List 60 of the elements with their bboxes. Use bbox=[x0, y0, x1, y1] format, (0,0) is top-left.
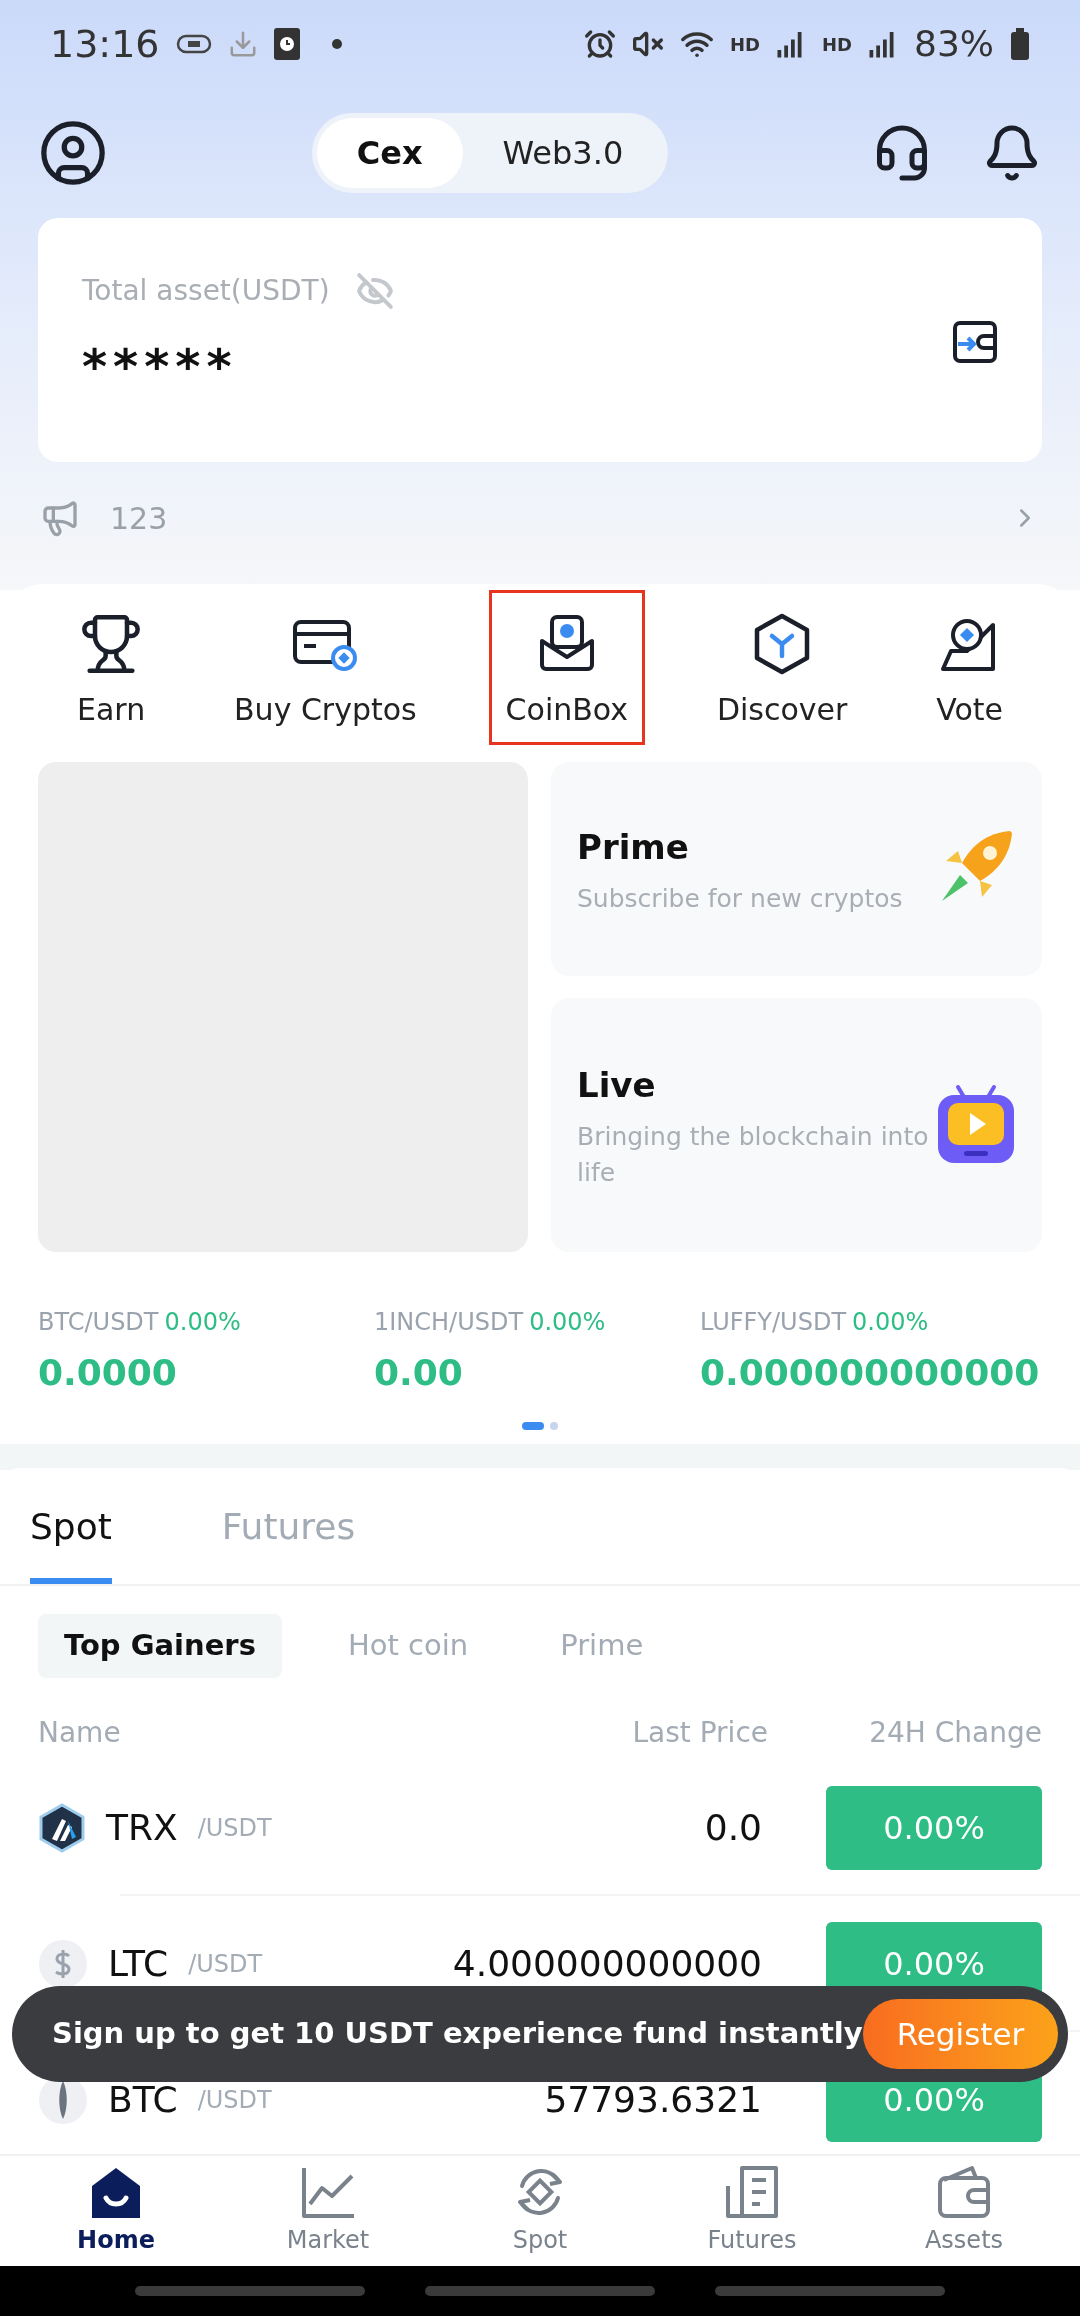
promo-card[interactable]: Prime Subscribe for new cryptos bbox=[551, 762, 1042, 976]
quote-currency: /USDT bbox=[197, 2085, 272, 2116]
last-price: 0.0 bbox=[704, 1806, 762, 1850]
column-header: Last Price bbox=[631, 1715, 768, 1751]
category-tab[interactable]: Spot bbox=[30, 1500, 112, 1584]
coin-symbol: TRX bbox=[106, 1806, 178, 1850]
document-icon bbox=[724, 2164, 780, 2220]
profile-icon[interactable] bbox=[38, 118, 108, 188]
shortcut-button[interactable]: Buy Cryptos bbox=[217, 590, 434, 745]
ticker-change: 0.00% bbox=[852, 1307, 929, 1338]
ticker-price: 0.000000000000 bbox=[700, 1351, 1041, 1395]
change-badge: 0.00% bbox=[826, 1786, 1042, 1870]
ticker-pair: LUFFY/USDT bbox=[700, 1307, 847, 1338]
nav-tab[interactable]: Market bbox=[253, 2164, 403, 2258]
promo-card[interactable]: Live Bringing the blockchain into life bbox=[551, 998, 1042, 1252]
alarm-icon bbox=[583, 28, 616, 60]
signup-text: Sign up to get 10 USDT experience fund instantly bbox=[52, 2015, 863, 2053]
coin-icon bbox=[38, 1803, 86, 1853]
filter-tab[interactable]: Top Gainers bbox=[38, 1614, 282, 1678]
last-price: 57793.6321 bbox=[544, 2078, 762, 2122]
promo-subtitle: Bringing the blockchain into life bbox=[577, 1120, 930, 1189]
column-header: Name bbox=[38, 1715, 122, 1751]
nav-tab[interactable]: Assets bbox=[889, 2164, 1039, 2258]
coin-icon bbox=[38, 1939, 88, 1989]
coin-symbol: LTC bbox=[108, 1942, 169, 1986]
ticker-change: 0.00% bbox=[164, 1307, 241, 1338]
promo-title: Live bbox=[577, 1063, 657, 1107]
shortcut-button[interactable]: CoinBox bbox=[488, 590, 646, 745]
ticker-pair: BTC/USDT bbox=[38, 1307, 159, 1338]
asset-label: Total asset(USDT) bbox=[82, 273, 330, 309]
clock-icon bbox=[273, 28, 300, 60]
asset-value: ***** bbox=[82, 337, 239, 396]
nav-tab[interactable]: Home bbox=[41, 2164, 191, 2258]
wallet-transfer-icon[interactable] bbox=[952, 320, 998, 364]
quote-currency: /USDT bbox=[197, 1813, 272, 1844]
promo-title: Prime bbox=[577, 825, 690, 869]
ticker-change: 0.00% bbox=[529, 1307, 606, 1338]
ticker-pair: 1INCH/USDT bbox=[374, 1307, 524, 1338]
shortcut-button[interactable]: Discover bbox=[699, 590, 865, 745]
wallet-icon bbox=[936, 2164, 992, 2220]
last-price: 4.000000000000 bbox=[452, 1942, 762, 1986]
coin-symbol: BTC bbox=[108, 2078, 178, 2122]
network-label: HD bbox=[821, 32, 852, 57]
nav-tab[interactable]: Futures bbox=[677, 2164, 827, 2258]
column-header: 24H Change bbox=[868, 1715, 1042, 1751]
nav-tab[interactable]: Spot bbox=[465, 2164, 615, 2258]
shortcut-button[interactable]: Vote bbox=[919, 590, 1020, 745]
quote-currency: /USDT bbox=[188, 1949, 263, 1980]
promo-subtitle: Subscribe for new cryptos bbox=[577, 882, 904, 915]
shortcut-button[interactable]: Earn bbox=[60, 590, 163, 745]
battery-icon bbox=[1010, 28, 1030, 60]
battery-level: 83% bbox=[914, 22, 994, 66]
mode-tab[interactable]: Web3.0 bbox=[462, 118, 664, 188]
status-time: 13:16 bbox=[50, 20, 160, 68]
ticker-price: 0.00 bbox=[374, 1351, 464, 1395]
ticker-price: 0.0000 bbox=[38, 1351, 178, 1395]
megaphone-icon bbox=[40, 498, 80, 538]
network-label: HD bbox=[729, 32, 760, 57]
cable-icon bbox=[175, 33, 212, 55]
mode-tab[interactable]: Cex bbox=[316, 118, 463, 188]
